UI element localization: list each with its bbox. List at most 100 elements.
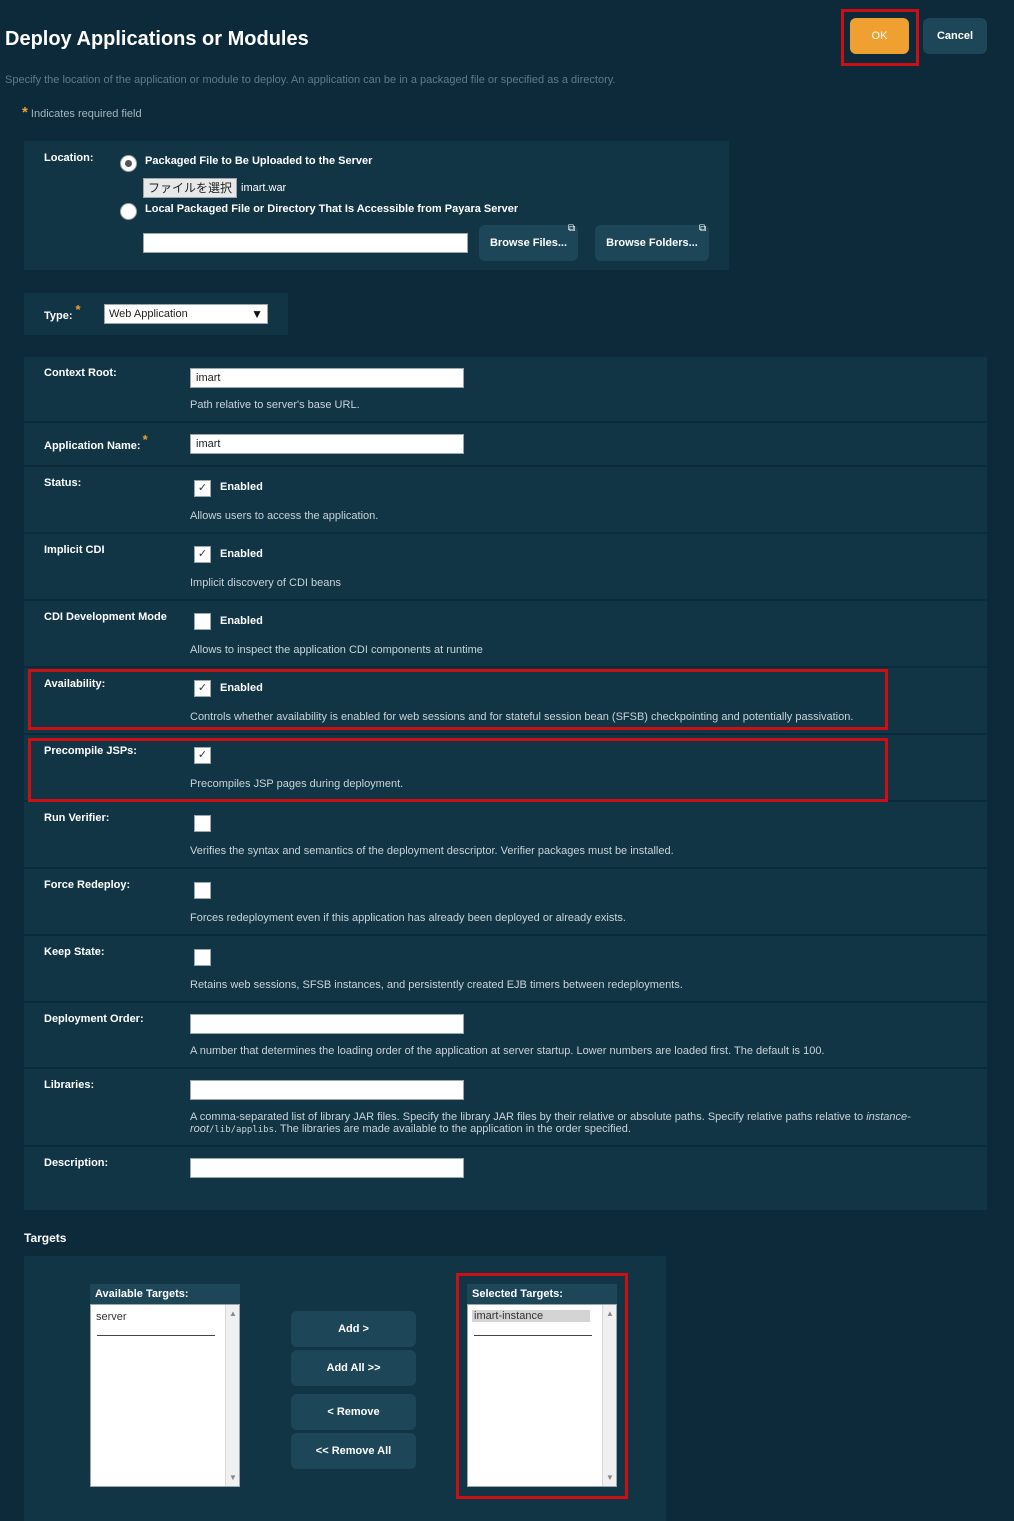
status-checkbox[interactable]: ✓	[194, 480, 211, 497]
type-label: Type: *	[44, 302, 81, 322]
deployment-order-row: Deployment Order: A number that determin…	[24, 1003, 987, 1067]
description-row: Description:	[24, 1147, 987, 1210]
browse-folders-button[interactable]: Browse Folders...	[595, 225, 709, 261]
cdi-dev-mode-label: CDI Development Mode	[44, 611, 167, 623]
keep-state-row: Keep State: Retains web sessions, SFSB i…	[24, 936, 987, 1001]
libraries-label: Libraries:	[44, 1079, 95, 1091]
libraries-input[interactable]	[190, 1080, 464, 1100]
available-targets-header: Available Targets:	[90, 1284, 240, 1304]
libraries-help-text: A comma-separated list of library JAR fi…	[190, 1111, 867, 1123]
implicit-cdi-checkbox[interactable]: ✓	[194, 546, 211, 563]
required-star: *	[22, 104, 28, 121]
implicit-cdi-enabled-label: Enabled	[220, 548, 263, 560]
status-row: Status: ✓ Enabled Allows users to access…	[24, 467, 987, 532]
run-verifier-help: Verifies the syntax and semantics of the…	[190, 845, 674, 857]
selected-targets-scrollbar[interactable]: ▲ ▼	[602, 1305, 616, 1486]
choose-file-button[interactable]: ファイルを選択	[143, 178, 237, 198]
force-redeploy-help: Forces redeployment even if this applica…	[190, 912, 626, 924]
required-star: *	[142, 432, 148, 447]
option-local-label: Local Packaged File or Directory That Is…	[145, 203, 519, 215]
chosen-file-name: imart.war	[241, 182, 287, 194]
external-link-icon: ⧉	[699, 223, 707, 234]
available-targets-list[interactable]: server ▲ ▼	[90, 1304, 240, 1487]
add-all-button[interactable]: Add All >>	[291, 1350, 416, 1386]
add-button[interactable]: Add >	[291, 1311, 416, 1347]
radio-local-path[interactable]	[120, 203, 137, 220]
application-name-label-text: Application Name:	[44, 440, 141, 452]
required-star: *	[75, 302, 81, 317]
cancel-button[interactable]: Cancel	[923, 18, 987, 54]
description-input[interactable]	[190, 1158, 464, 1178]
browse-files-button[interactable]: Browse Files...	[479, 225, 578, 261]
precompile-jsps-row: Precompile JSPs: ✓ Precompiles JSP pages…	[24, 735, 987, 800]
run-verifier-row: Run Verifier: Verifies the syntax and se…	[24, 802, 987, 867]
available-target-item[interactable]: server	[96, 1311, 127, 1323]
availability-checkbox[interactable]: ✓	[194, 680, 211, 697]
required-note-text: Indicates required field	[30, 108, 142, 120]
libraries-row: Libraries: A comma-separated list of lib…	[24, 1069, 987, 1145]
context-root-label: Context Root:	[44, 367, 117, 379]
local-path-input[interactable]	[143, 233, 468, 253]
cdi-dev-mode-checkbox[interactable]	[194, 613, 211, 630]
scroll-down-icon: ▼	[606, 1473, 614, 1482]
precompile-jsps-label: Precompile JSPs:	[44, 745, 137, 757]
precompile-jsps-help: Precompiles JSP pages during deployment.	[190, 778, 404, 790]
ok-button[interactable]: OK	[850, 18, 909, 54]
type-selected-value: Web Application	[109, 308, 188, 320]
force-redeploy-checkbox[interactable]	[194, 882, 211, 899]
context-root-input[interactable]	[190, 368, 464, 388]
chevron-down-icon: ▼	[251, 307, 263, 321]
keep-state-checkbox[interactable]	[194, 949, 211, 966]
availability-enabled-label: Enabled	[220, 682, 263, 694]
remove-button[interactable]: < Remove	[291, 1394, 416, 1430]
context-root-row: Context Root: Path relative to server's …	[24, 357, 987, 421]
availability-label: Availability:	[44, 678, 106, 690]
libraries-help-text-2: . The libraries are made available to th…	[274, 1123, 631, 1135]
location-label: Location:	[44, 152, 94, 164]
remove-all-button[interactable]: << Remove All	[291, 1433, 416, 1469]
libraries-help-path: /lib/applibs	[208, 1125, 274, 1135]
status-enabled-label: Enabled	[220, 481, 263, 493]
keep-state-help: Retains web sessions, SFSB instances, an…	[190, 979, 683, 991]
implicit-cdi-label: Implicit CDI	[44, 544, 105, 556]
application-name-row: Application Name: *	[24, 423, 987, 465]
force-redeploy-row: Force Redeploy: Forces redeployment even…	[24, 869, 987, 934]
keep-state-label: Keep State:	[44, 946, 105, 958]
application-name-input[interactable]	[190, 434, 464, 454]
cdi-dev-mode-enabled-label: Enabled	[220, 615, 263, 627]
radio-packaged-upload[interactable]	[120, 155, 137, 172]
list-separator	[97, 1335, 215, 1336]
list-separator	[474, 1335, 592, 1336]
selected-targets-header: Selected Targets:	[467, 1284, 617, 1304]
page-title: Deploy Applications or Modules	[5, 28, 309, 50]
scroll-up-icon: ▲	[229, 1309, 237, 1318]
scroll-up-icon: ▲	[606, 1309, 614, 1318]
cdi-dev-mode-help: Allows to inspect the application CDI co…	[190, 644, 483, 656]
availability-row: Availability: ✓ Enabled Controls whether…	[24, 668, 987, 733]
run-verifier-label: Run Verifier:	[44, 812, 110, 824]
selected-targets-list[interactable]: imart-instance ▲ ▼	[467, 1304, 617, 1487]
page-description: Specify the location of the application …	[5, 74, 616, 86]
status-label: Status:	[44, 477, 82, 489]
option-upload-label: Packaged File to Be Uploaded to the Serv…	[145, 155, 373, 167]
deployment-order-help: A number that determines the loading ord…	[190, 1045, 825, 1057]
precompile-jsps-checkbox[interactable]: ✓	[194, 747, 211, 764]
external-link-icon: ⧉	[568, 223, 576, 234]
description-label: Description:	[44, 1157, 109, 1169]
force-redeploy-label: Force Redeploy:	[44, 879, 131, 891]
run-verifier-checkbox[interactable]	[194, 815, 211, 832]
required-field-note: * Indicates required field	[22, 104, 142, 121]
libraries-help: A comma-separated list of library JAR fi…	[190, 1111, 940, 1136]
scroll-down-icon: ▼	[229, 1473, 237, 1482]
deployment-order-label: Deployment Order:	[44, 1013, 144, 1025]
available-targets-scrollbar[interactable]: ▲ ▼	[225, 1305, 239, 1486]
context-root-help: Path relative to server's base URL.	[190, 399, 360, 411]
cdi-dev-mode-row: CDI Development Mode Enabled Allows to i…	[24, 601, 987, 666]
application-name-label: Application Name: *	[44, 432, 148, 452]
status-help: Allows users to access the application.	[190, 510, 379, 522]
selected-target-item[interactable]: imart-instance	[472, 1310, 590, 1322]
targets-heading: Targets	[24, 1231, 67, 1245]
deployment-order-input[interactable]	[190, 1014, 464, 1034]
type-select[interactable]: Web Application ▼	[104, 304, 268, 324]
implicit-cdi-help: Implicit discovery of CDI beans	[190, 577, 341, 589]
